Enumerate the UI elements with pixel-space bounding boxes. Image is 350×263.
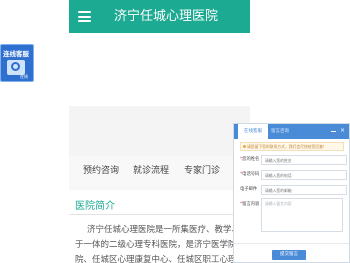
chat-header: 在线客服 留言咨询 × xyxy=(234,124,349,139)
chat-notice: 请您留下您的联系方式，我们会尽快给您回复！ xyxy=(240,142,344,151)
phone-row: *电话号码 xyxy=(238,169,348,181)
submit-message-button[interactable]: 提交留言 xyxy=(272,250,306,260)
top-bar: 济宁任城心理医院 xyxy=(69,0,250,33)
name-row: *您的姓名 xyxy=(238,154,348,166)
name-input[interactable] xyxy=(261,155,347,165)
nav-item-process[interactable]: 就诊流程 xyxy=(133,156,169,186)
float-service-label: 连线客服 xyxy=(3,50,29,58)
email-input[interactable] xyxy=(261,185,347,195)
message-label-text: 留言内容 xyxy=(242,202,260,207)
notice-text: 请您留下您的联系方式，我们会尽快给您回复！ xyxy=(247,144,327,149)
close-icon[interactable]: × xyxy=(340,127,345,134)
site-title: 济宁任城心理医院 xyxy=(114,9,219,24)
phone-label: *电话号码 xyxy=(240,169,259,181)
intro-line: 济宁任城心理医院是一所集医疗、教学、科研 xyxy=(87,225,250,235)
email-label: 电子邮件 xyxy=(240,187,258,192)
content-spacer xyxy=(69,106,250,156)
nav-item-experts[interactable]: 专家门诊 xyxy=(184,156,220,186)
message-label: *留言内容 xyxy=(240,199,259,211)
mobile-page: 济宁任城心理医院 预约咨询 就诊流程 专家门诊 医院简介 济宁任城心理医院是一所… xyxy=(69,0,250,263)
float-service-sub: 在线 xyxy=(20,74,28,79)
intro-line: 院、任城区心理康复中心、任城区职工心理 xyxy=(75,255,237,263)
hamburger-menu-icon[interactable] xyxy=(78,11,91,22)
quick-nav: 预约咨询 就诊流程 专家门诊 xyxy=(69,156,250,186)
phone-input[interactable] xyxy=(261,170,347,180)
phone-label-text: 电话号码 xyxy=(242,172,260,177)
message-textarea[interactable]: 请输入留言内容 xyxy=(261,198,343,232)
banner-area xyxy=(69,33,250,106)
email-row: 电子邮件 xyxy=(238,184,348,196)
name-label: *您的姓名 xyxy=(240,154,259,166)
minimize-icon[interactable] xyxy=(331,131,336,132)
intro-line: 于一体的二级心理专科医院，是济宁医学院 xyxy=(75,240,237,250)
intro-title[interactable]: 医院简介 xyxy=(75,197,115,212)
chat-widget: 在线客服 留言咨询 × 请您留下您的联系方式，我们会尽快给您回复！ *您的姓名 … xyxy=(233,123,350,263)
online-service-float-button[interactable]: 连线客服 在线 xyxy=(0,44,34,82)
intro-section: 医院简介 济宁任城心理医院是一所集医疗、教学、科研 于一体的二级心理专科医院，是… xyxy=(69,190,250,263)
headset-icon xyxy=(7,60,25,75)
intro-text: 济宁任城心理医院是一所集医疗、教学、科研 于一体的二级心理专科医院，是济宁医学院… xyxy=(75,223,250,263)
name-label-text: 您的姓名 xyxy=(242,157,260,162)
tab-online-service[interactable]: 在线客服 xyxy=(238,124,268,139)
tab-leave-message[interactable]: 留言咨询 xyxy=(271,124,289,139)
divider xyxy=(69,214,250,215)
divider xyxy=(234,243,349,244)
info-icon xyxy=(243,145,246,148)
nav-item-appointment[interactable]: 预约咨询 xyxy=(83,156,119,186)
